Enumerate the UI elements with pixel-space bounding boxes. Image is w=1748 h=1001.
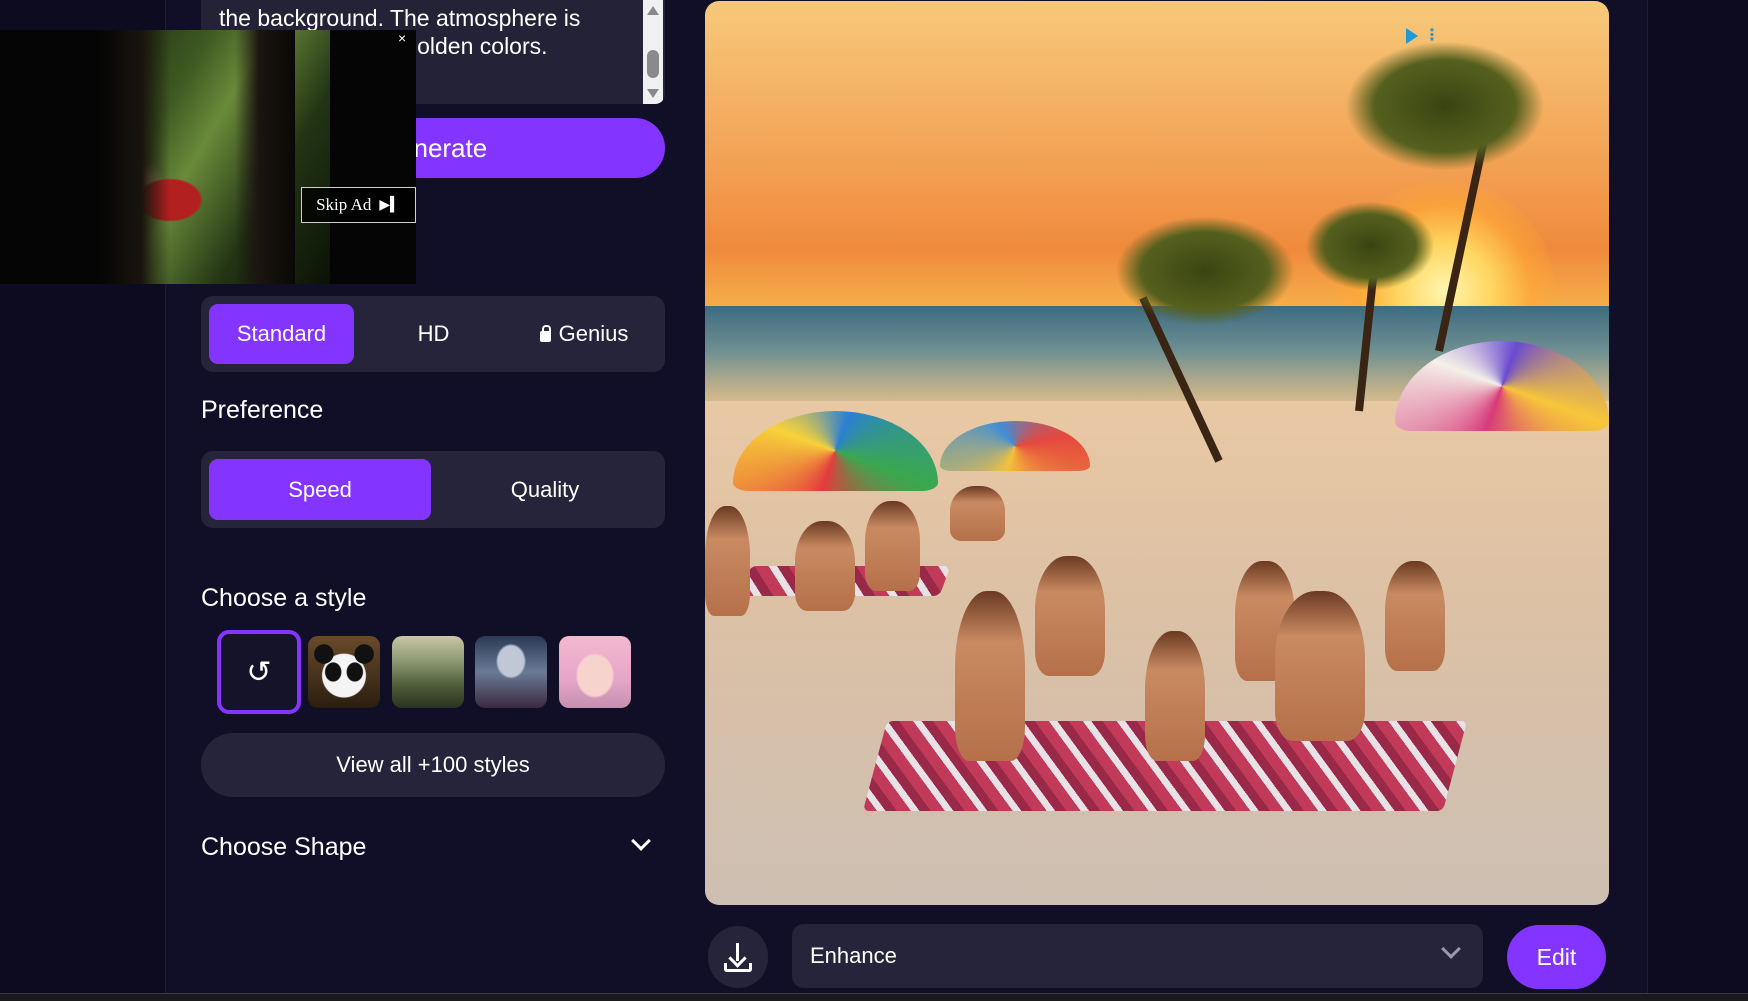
skip-forward-icon: ▶▍ — [379, 197, 401, 213]
preference-selector: Speed Quality — [201, 451, 665, 528]
shape-title: Choose Shape — [201, 833, 367, 861]
option-hd[interactable]: HD — [361, 304, 506, 364]
video-ad-overlay[interactable]: × Skip Ad ▶▍ — [0, 30, 416, 284]
image-person — [705, 506, 750, 616]
option-quality[interactable]: Quality — [433, 459, 657, 520]
edit-button[interactable]: Edit — [1507, 925, 1606, 989]
image-person — [1035, 556, 1105, 676]
image-person — [1145, 631, 1205, 761]
prompt-scrollbar[interactable] — [643, 0, 663, 104]
image-person — [955, 591, 1025, 761]
style-panda-thumbnail[interactable] — [308, 636, 380, 708]
style-forest-thumbnail[interactable] — [392, 636, 464, 708]
close-icon[interactable]: × — [398, 30, 406, 46]
image-person — [865, 501, 920, 591]
scroll-up-icon[interactable] — [647, 6, 659, 15]
style-none-thumbnail[interactable]: ↺ — [217, 630, 301, 714]
option-genius[interactable]: Genius — [511, 304, 657, 364]
download-icon — [722, 941, 754, 973]
swirl-icon: ↺ — [246, 654, 272, 690]
option-genius-label: Genius — [558, 321, 629, 346]
ad-menu-icon[interactable]: ⋮ — [1424, 28, 1440, 44]
ad-tree-shadow — [235, 30, 295, 284]
option-standard-label: Standard — [236, 321, 327, 346]
chevron-down-icon[interactable] — [1441, 939, 1461, 959]
option-quality-label: Quality — [510, 476, 580, 502]
option-speed[interactable]: Speed — [209, 459, 431, 520]
lock-icon — [539, 324, 551, 342]
quality-mode-selector: Standard HD Genius — [201, 296, 665, 372]
skip-ad-label: Skip Ad — [316, 195, 372, 214]
taskbar-edge — [0, 993, 1748, 1001]
image-palm-fronds — [1115, 216, 1295, 326]
image-person — [1275, 591, 1365, 741]
scroll-thumb[interactable] — [647, 50, 659, 78]
style-robot-thumbnail[interactable] — [475, 636, 547, 708]
option-speed-label: Speed — [288, 476, 352, 502]
style-title: Choose a style — [201, 584, 367, 612]
image-person — [795, 521, 855, 611]
generated-image — [705, 1, 1609, 905]
scroll-down-icon[interactable] — [647, 89, 659, 98]
enhance-dropdown-value: Enhance — [810, 943, 897, 968]
option-hd-label: HD — [417, 321, 450, 346]
option-standard[interactable]: Standard — [209, 304, 354, 364]
style-anime-thumbnail[interactable] — [559, 636, 631, 708]
skip-ad-button[interactable]: Skip Ad ▶▍ — [301, 187, 416, 223]
image-person — [950, 486, 1005, 541]
view-all-styles-button[interactable]: View all +100 styles — [201, 733, 665, 797]
download-button[interactable] — [708, 926, 768, 988]
ad-choices-icon[interactable]: ⋮ — [1406, 26, 1444, 46]
image-person — [1385, 561, 1445, 671]
image-palm-fronds — [1305, 201, 1435, 291]
image-palm-fronds — [1345, 41, 1545, 171]
ad-tree-trunk — [100, 30, 170, 284]
enhance-dropdown[interactable]: Enhance — [792, 924, 1483, 988]
preference-title: Preference — [201, 396, 324, 424]
ad-play-icon — [1406, 28, 1418, 44]
